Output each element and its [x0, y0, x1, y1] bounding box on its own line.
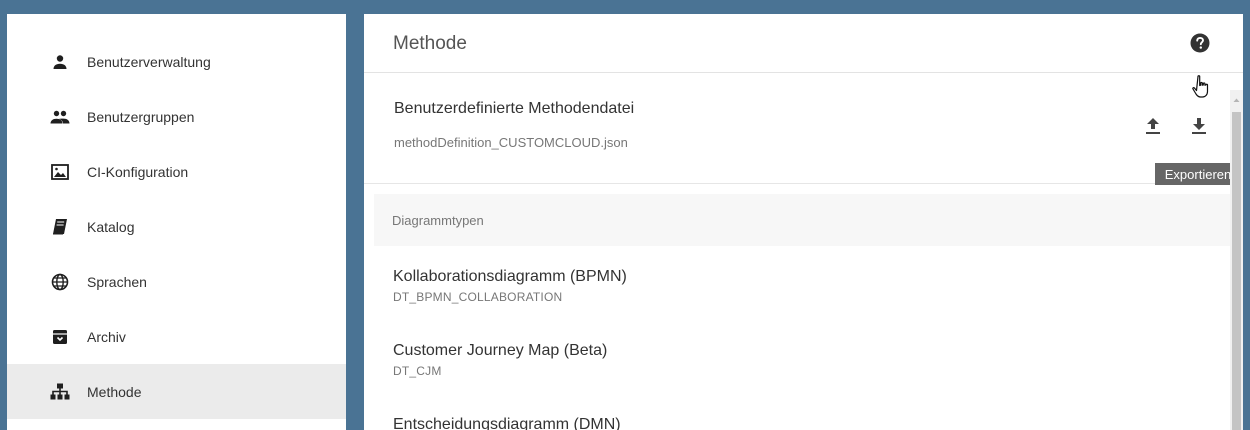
diagram-type-id: DT_BPMN_COLLABORATION	[393, 290, 563, 304]
sidebar-item-label: Benutzergruppen	[87, 108, 195, 125]
sidebar-item-label: Katalog	[87, 218, 135, 235]
diagram-type-item[interactable]: Entscheidungsdiagramm (DMN)	[393, 416, 1213, 430]
image-icon	[50, 162, 70, 182]
diagram-type-name: Kollaborationsdiagramm (BPMN)	[393, 268, 627, 285]
sidebar-item-methode[interactable]: Methode	[7, 364, 346, 419]
sidebar-item-label: Benutzerverwaltung	[87, 53, 211, 70]
method-file-title: Benutzerdefinierte Methodendatei	[394, 100, 635, 117]
diagram-type-item[interactable]: Kollaborationsdiagramm (BPMN) DT_BPMN_CO…	[393, 268, 1213, 304]
upload-button[interactable]	[1143, 115, 1163, 137]
sidebar-item-archiv[interactable]: Archiv	[7, 309, 346, 364]
diagram-type-name: Customer Journey Map (Beta)	[393, 342, 608, 359]
export-tooltip: Exportieren	[1155, 163, 1241, 185]
sidebar-item-ci-konfiguration[interactable]: CI-Konfiguration	[7, 144, 346, 199]
book-icon	[50, 217, 70, 237]
diagram-type-name: Entscheidungsdiagramm (DMN)	[393, 416, 621, 430]
scroll-up-arrow-icon[interactable]	[1230, 92, 1243, 102]
scrollbar-thumb[interactable]	[1232, 112, 1241, 430]
hand-cursor-icon	[1191, 74, 1213, 100]
sidebar-item-benutzergruppen[interactable]: Benutzergruppen	[7, 89, 346, 144]
sidebar-item-sprachen[interactable]: Sprachen	[7, 254, 346, 309]
method-file-row: Benutzerdefinierte Methodendatei methodD…	[364, 73, 1230, 184]
method-file-name: methodDefinition_CUSTOMCLOUD.json	[394, 135, 628, 150]
diagram-type-id: DT_CJM	[393, 364, 442, 378]
person-icon	[50, 52, 70, 72]
sidebar-item-katalog[interactable]: Katalog	[7, 199, 346, 254]
people-icon	[50, 107, 70, 127]
page-title: Methode	[393, 33, 467, 54]
sidebar-item-label: Sprachen	[87, 273, 147, 290]
main-panel: Methode Benutzerdefinierte Methodendatei…	[364, 14, 1243, 430]
section-label: Diagrammtypen	[392, 213, 484, 228]
diagram-type-item[interactable]: Customer Journey Map (Beta) DT_CJM	[393, 342, 1213, 378]
help-icon[interactable]	[1190, 33, 1210, 53]
sidebar-item-label: Archiv	[87, 328, 126, 345]
sidebar-item-benutzerverwaltung[interactable]: Benutzerverwaltung	[7, 34, 346, 89]
panel-header: Methode	[364, 14, 1243, 73]
export-button[interactable]	[1189, 115, 1209, 137]
sidebar-item-label: CI-Konfiguration	[87, 163, 189, 180]
sidebar: Benutzerverwaltung Benutzergruppen CI-Ko…	[7, 14, 346, 430]
globe-icon	[50, 272, 70, 292]
hierarchy-icon	[50, 382, 70, 402]
section-header: Diagrammtypen	[374, 194, 1230, 246]
archive-icon	[50, 327, 70, 347]
sidebar-item-label: Methode	[87, 383, 142, 400]
